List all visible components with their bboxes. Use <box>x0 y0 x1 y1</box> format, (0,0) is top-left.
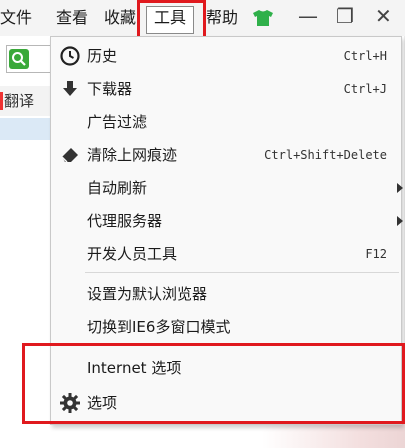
tab-bar <box>0 118 52 140</box>
translate-button[interactable]: 翻译 <box>4 90 34 111</box>
menu-item-label: 设置为默认浏览器 <box>87 285 208 303</box>
menu-item-shortcut: Ctrl+H <box>343 49 387 63</box>
menu-item-switch-ie6-mode[interactable]: 切换到IE6多窗口模式 <box>51 311 401 343</box>
menu-file[interactable]: 文件 <box>0 7 32 29</box>
tshirt-skin-icon[interactable] <box>252 9 274 27</box>
menu-item-label: 下载器 <box>87 80 133 98</box>
menu-item-clear-traces[interactable]: 清除上网痕迹 Ctrl+Shift+Delete <box>51 139 401 171</box>
menu-item-set-default-browser[interactable]: 设置为默认浏览器 <box>51 278 401 310</box>
submenu-arrow-icon <box>397 216 403 226</box>
minimize-button[interactable]: — <box>298 4 318 28</box>
search-icon[interactable] <box>9 49 29 69</box>
menu-item-label: 清除上网痕迹 <box>87 146 178 164</box>
menu-item-downloader[interactable]: 下载器 Ctrl+J <box>51 73 401 105</box>
menu-item-label: 历史 <box>87 47 118 65</box>
clock-icon <box>60 46 80 66</box>
menu-item-label: 代理服务器 <box>87 212 163 230</box>
menu-bar: 文件 查看 收藏 工具 帮助 — ❐ ✕ <box>0 0 405 48</box>
menu-item-shortcut: F12 <box>365 247 387 261</box>
close-button[interactable]: ✕ <box>375 4 392 28</box>
restore-button[interactable]: ❐ <box>336 4 354 28</box>
menu-item-developer-tools[interactable]: 开发人员工具 F12 <box>51 238 401 270</box>
menu-separator <box>85 272 399 273</box>
toolbar-marker <box>0 92 3 110</box>
menu-item-label: 开发人员工具 <box>87 245 178 263</box>
menu-favorites[interactable]: 收藏 <box>104 7 136 29</box>
menu-item-ad-filter[interactable]: 广告过滤 <box>51 106 401 138</box>
menu-item-label: 切换到IE6多窗口模式 <box>87 318 231 336</box>
options-highlight-box <box>22 343 405 424</box>
menu-help[interactable]: 帮助 <box>206 7 238 29</box>
menu-item-history[interactable]: 历史 Ctrl+H <box>51 40 401 72</box>
menu-item-shortcut: Ctrl+J <box>343 82 387 96</box>
download-arrow-icon <box>63 81 77 96</box>
menu-item-shortcut: Ctrl+Shift+Delete <box>264 148 387 162</box>
menu-item-label: 自动刷新 <box>87 179 148 197</box>
menu-view[interactable]: 查看 <box>56 7 88 29</box>
menu-item-auto-refresh[interactable]: 自动刷新 <box>51 172 403 204</box>
eraser-icon <box>61 148 78 163</box>
menu-item-proxy-server[interactable]: 代理服务器 <box>51 205 403 237</box>
menu-item-label: 广告过滤 <box>87 113 148 131</box>
submenu-arrow-icon <box>397 183 403 193</box>
